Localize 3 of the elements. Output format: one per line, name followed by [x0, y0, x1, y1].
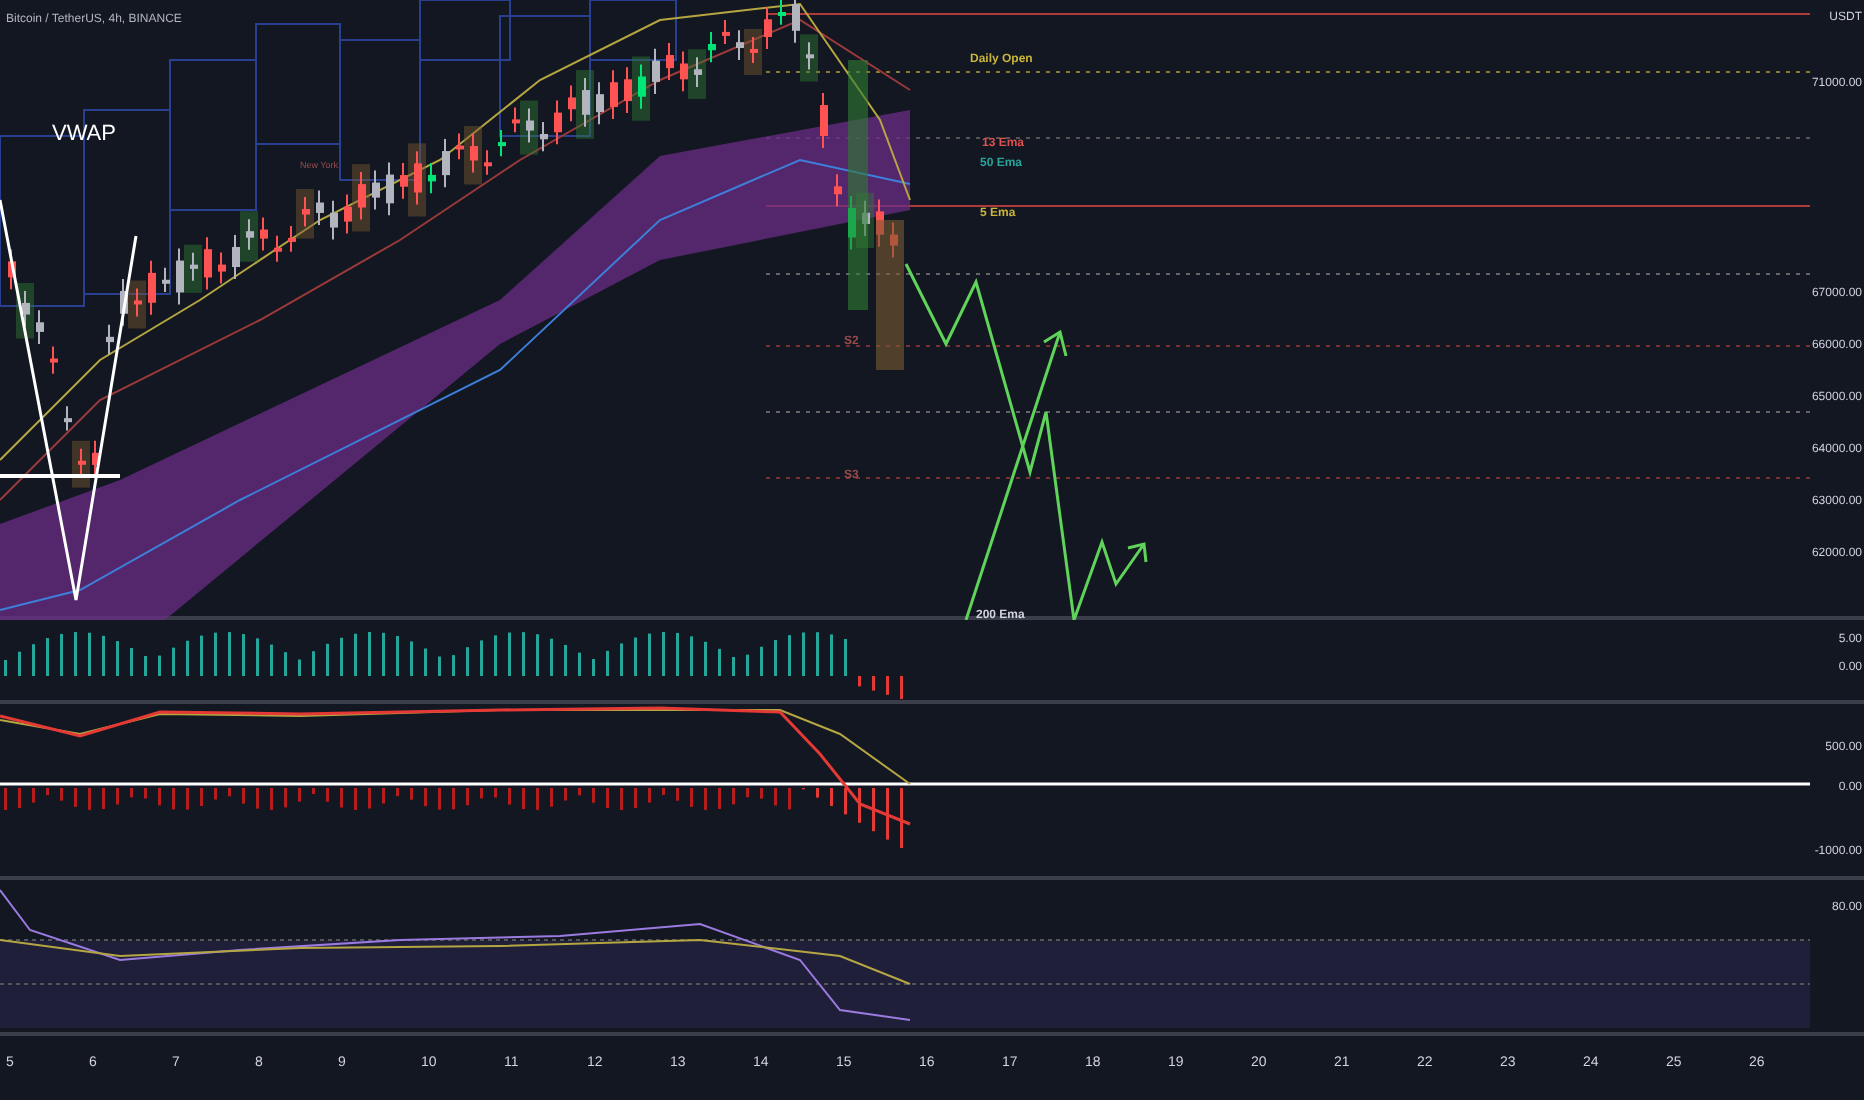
indicator-label: VWAP	[52, 122, 116, 146]
level-line	[0, 474, 120, 478]
range-box	[255, 23, 341, 145]
